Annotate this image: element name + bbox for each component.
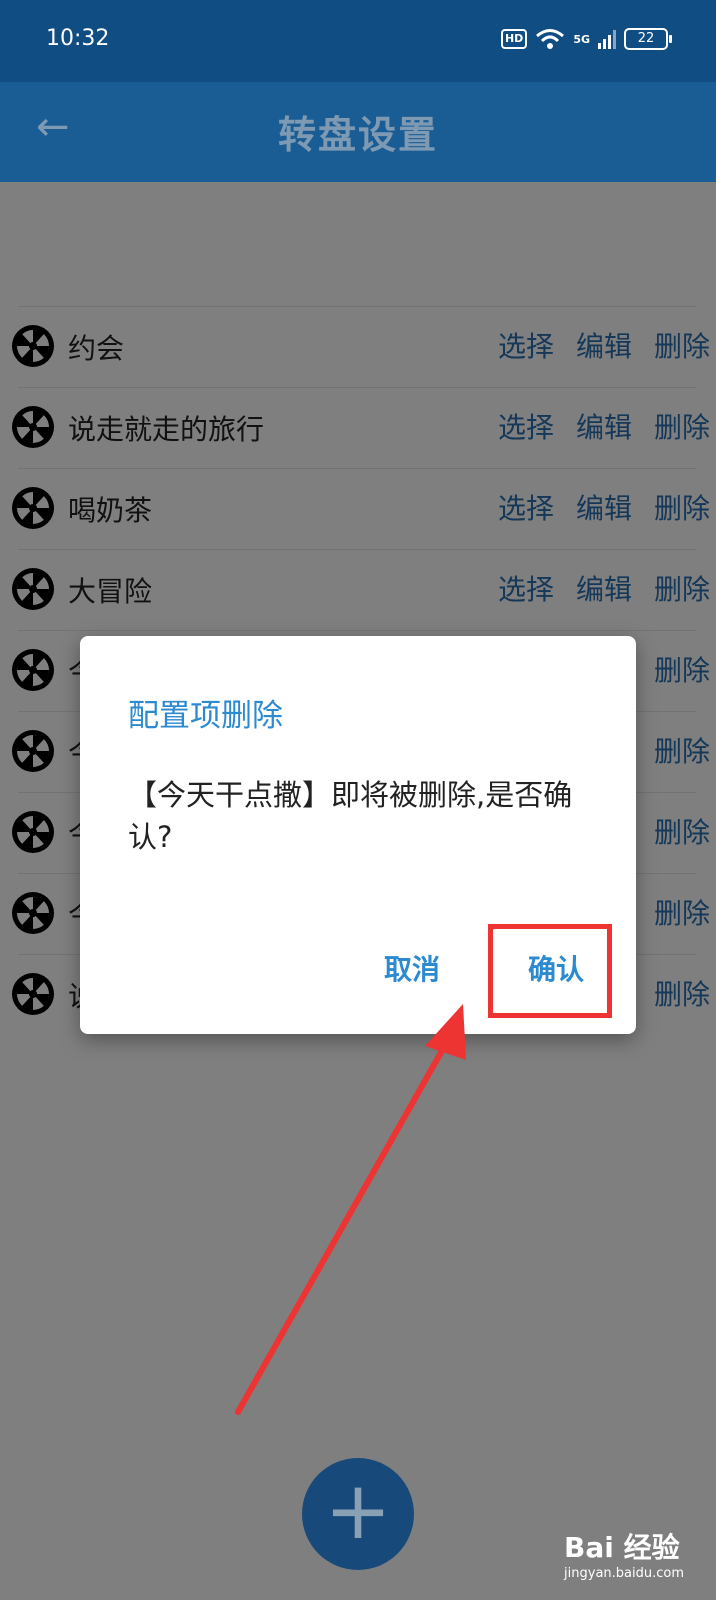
status-time: 10:32 <box>46 26 110 51</box>
battery-icon: 22 <box>624 28 672 50</box>
page-title: 转盘设置 <box>277 113 438 157</box>
wifi-icon <box>536 29 565 49</box>
annotation-highlight-box <box>488 924 612 1018</box>
hd-icon: HD <box>500 29 528 49</box>
watermark-logo: Bai 经验 jingyan.baidu.com <box>564 1526 684 1581</box>
watermark-brand: Bai 经验 <box>564 1531 680 1564</box>
app-bar: ← 转盘设置 <box>0 82 716 182</box>
dialog-message: 【今天干点撒】即将被删除,是否确认? <box>128 778 573 854</box>
add-fab-button[interactable]: + <box>302 1458 414 1570</box>
watermark-url: jingyan.baidu.com <box>564 1566 684 1581</box>
cancel-button[interactable]: 取消 <box>384 948 440 988</box>
signal-icon <box>598 29 616 49</box>
status-icons: HD 5G 22 <box>500 26 672 52</box>
dialog-title: 配置项删除 <box>128 698 283 734</box>
status-bar: 10:32 HD 5G 22 <box>0 0 716 82</box>
plus-icon: + <box>324 1464 392 1557</box>
network-type: 5G <box>573 32 590 46</box>
